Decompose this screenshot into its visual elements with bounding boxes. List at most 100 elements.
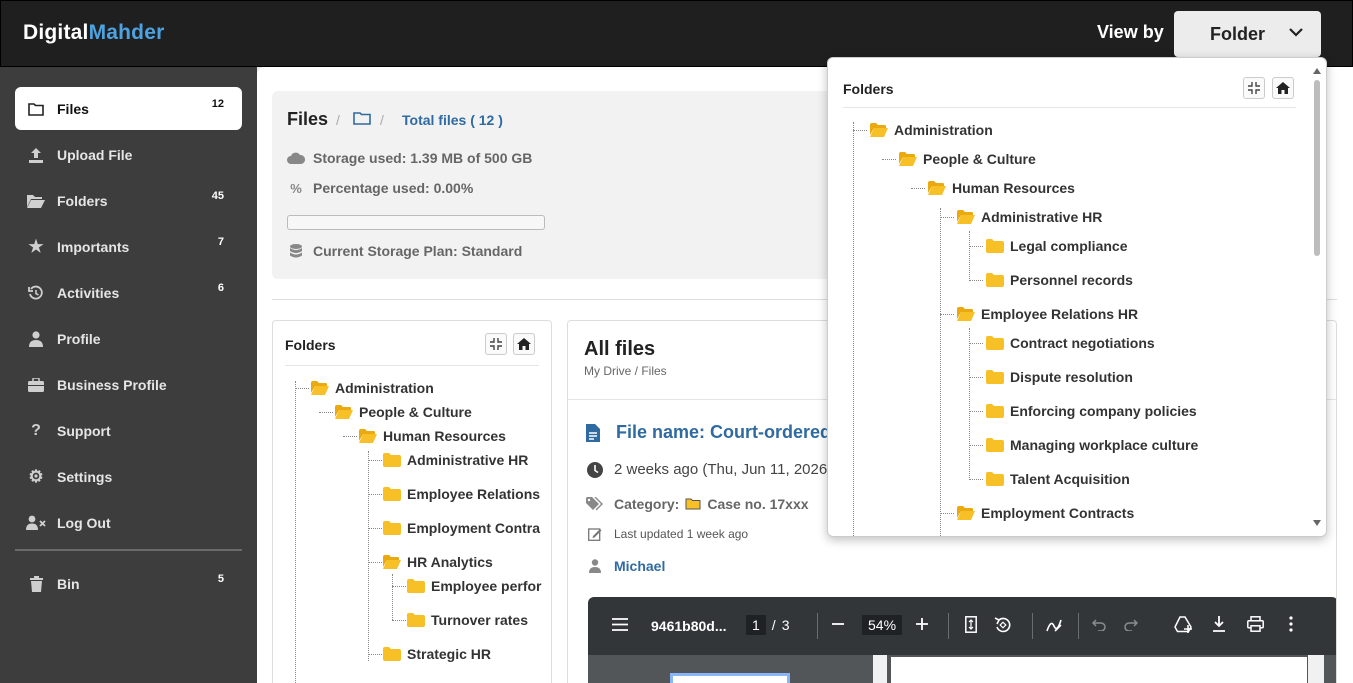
tree-connector bbox=[319, 412, 333, 413]
pdf-scrollbar[interactable] bbox=[873, 655, 887, 683]
tree-folder-enforcing-company-policies[interactable]: Enforcing company policies bbox=[986, 403, 1197, 419]
sidebar-item-label: Settings bbox=[57, 468, 113, 485]
pdf-main-scrollbar[interactable] bbox=[1308, 655, 1324, 683]
sidebar-item-business-profile[interactable]: Business Profile bbox=[15, 363, 242, 406]
tree-folder-people-culture[interactable]: People & Culture bbox=[335, 404, 472, 420]
tree-folder-talent-acquisition[interactable]: Talent Acquisition bbox=[986, 471, 1130, 487]
page-indicator: 1 / 3 bbox=[746, 615, 789, 635]
scroll-down-icon[interactable] bbox=[1313, 520, 1321, 526]
menu-button[interactable] bbox=[612, 618, 628, 631]
sidebar-item-files[interactable]: Files 12 bbox=[15, 87, 242, 130]
pdf-thumbnail[interactable] bbox=[670, 673, 790, 683]
page-input[interactable]: 1 bbox=[746, 615, 766, 635]
storage-used-row: Storage used: 1.39 MB of 500 GB bbox=[287, 150, 532, 166]
folder-open-icon bbox=[335, 405, 353, 419]
sidebar-item-profile[interactable]: Profile bbox=[15, 317, 242, 360]
brand-part1: Digital bbox=[23, 21, 89, 44]
rotate-button[interactable] bbox=[994, 616, 1012, 634]
tree-connector bbox=[940, 217, 954, 218]
download-button[interactable] bbox=[1212, 616, 1226, 632]
home-button[interactable] bbox=[1272, 77, 1294, 99]
sidebar-item-importants[interactable]: ★ Importants 7 bbox=[15, 225, 242, 268]
tree-connector bbox=[368, 654, 382, 655]
sidebar-item-label: Upload File bbox=[57, 146, 133, 163]
tree-folder-employee-performance[interactable]: Employee perfor bbox=[407, 578, 541, 594]
more-options-button[interactable] bbox=[1289, 616, 1293, 632]
drive-button[interactable] bbox=[1174, 616, 1194, 633]
total-files-link[interactable]: Total files ( 12 ) bbox=[402, 112, 503, 128]
sidebar-item-bin[interactable]: Bin 5 bbox=[15, 562, 242, 605]
sidebar-item-label: Folders bbox=[57, 192, 108, 209]
tree-folder-administration[interactable]: Administration bbox=[870, 122, 993, 138]
tree-folder-label: People & Culture bbox=[923, 151, 1036, 167]
zoom-level[interactable]: 54% bbox=[862, 615, 903, 635]
tree-folder-employment-contracts[interactable]: Employment Contra bbox=[383, 520, 540, 536]
drive-add-icon bbox=[1174, 616, 1192, 633]
tree-folder-legal-compliance[interactable]: Legal compliance bbox=[986, 238, 1127, 254]
tree-folder-human-resources[interactable]: Human Resources bbox=[359, 428, 506, 444]
tree-folder-employee-relations-hr[interactable]: Employee Relations HR bbox=[957, 306, 1138, 322]
clock-icon bbox=[586, 461, 604, 478]
zoom-out-button[interactable] bbox=[832, 623, 844, 625]
fit-page-button[interactable] bbox=[965, 616, 977, 633]
folder-view-dropdown: Folders Administration People & Culture … bbox=[827, 57, 1327, 537]
page-separator: / bbox=[771, 617, 776, 633]
tree-connector bbox=[940, 208, 941, 536]
file-name-link[interactable]: File name: Court-ordered bbox=[586, 422, 831, 443]
redo-button[interactable] bbox=[1124, 619, 1138, 631]
tree-folder-administrative-hr[interactable]: Administrative HR bbox=[383, 452, 528, 468]
sidebar-item-activities[interactable]: Activities 6 bbox=[15, 271, 242, 314]
folder-icon bbox=[986, 273, 1004, 287]
tree-folder-administration[interactable]: Administration bbox=[311, 380, 434, 396]
folder-open-icon bbox=[359, 429, 377, 443]
tree-folder-employment-contracts[interactable]: Employment Contracts bbox=[957, 505, 1134, 521]
folder-open-icon bbox=[928, 181, 946, 195]
dropdown-scroll-thumb[interactable] bbox=[1314, 80, 1320, 256]
tree-folder-personnel-records[interactable]: Personnel records bbox=[986, 272, 1133, 288]
tree-folder-human-resources[interactable]: Human Resources bbox=[928, 180, 1075, 196]
undo-button[interactable] bbox=[1092, 619, 1106, 631]
tree-folder-label: Legal compliance bbox=[1010, 238, 1128, 254]
toolbar-divider bbox=[1078, 613, 1079, 639]
sidebar-item-settings[interactable]: ⚙ Settings bbox=[15, 455, 242, 498]
sidebar-item-folders[interactable]: Folders 45 bbox=[15, 179, 242, 222]
scroll-up-icon[interactable] bbox=[1313, 68, 1321, 74]
category-value[interactable]: Case no. 17xxx bbox=[707, 496, 808, 512]
sidebar-item-label: Importants bbox=[57, 238, 130, 255]
edit-icon bbox=[586, 527, 604, 541]
tree-folder-administrative-hr[interactable]: Administrative HR bbox=[957, 209, 1102, 225]
collapse-button[interactable] bbox=[1243, 77, 1265, 99]
sidebar-item-support[interactable]: ? Support bbox=[15, 409, 242, 452]
collapse-button[interactable] bbox=[485, 333, 507, 355]
tree-folder-contract-negotiations[interactable]: Contract negotiations bbox=[986, 335, 1155, 351]
sidebar-item-log-out[interactable]: Log Out bbox=[15, 501, 242, 544]
print-button[interactable] bbox=[1247, 616, 1264, 632]
tree-folder-label: Administration bbox=[894, 122, 993, 138]
tree-connector bbox=[853, 130, 867, 131]
tree-connector bbox=[853, 122, 854, 536]
brand-logo[interactable]: DigitalMahder bbox=[23, 21, 164, 45]
tree-connector bbox=[969, 246, 983, 247]
tree-folder-strategic-hr[interactable]: Strategic HR bbox=[383, 646, 491, 662]
tree-folder-people-culture[interactable]: People & Culture bbox=[899, 151, 1036, 167]
sidebar-item-upload-file[interactable]: Upload File bbox=[15, 133, 242, 176]
tree-connector bbox=[343, 436, 357, 437]
view-by-select[interactable]: Folder bbox=[1174, 11, 1321, 57]
tree-connector bbox=[882, 159, 896, 160]
annotate-button[interactable] bbox=[1045, 617, 1063, 633]
pdf-viewer-body[interactable] bbox=[588, 655, 1336, 683]
tree-folder-managing-workplace-culture[interactable]: Managing workplace culture bbox=[986, 437, 1198, 453]
tree-folder-label: HR Analytics bbox=[407, 554, 493, 570]
home-button[interactable] bbox=[513, 333, 535, 355]
tree-folder-hr-analytics[interactable]: HR Analytics bbox=[383, 554, 493, 570]
tree-connector bbox=[392, 586, 406, 587]
zoom-in-button[interactable] bbox=[916, 618, 928, 630]
file-owner-link[interactable]: Michael bbox=[614, 558, 665, 574]
folder-icon bbox=[383, 487, 401, 501]
print-icon bbox=[1247, 616, 1264, 632]
tree-folder-dispute-resolution[interactable]: Dispute resolution bbox=[986, 369, 1133, 385]
folder-outline-icon[interactable] bbox=[353, 111, 371, 125]
tree-folder-turnover-rates[interactable]: Turnover rates bbox=[407, 612, 528, 628]
minus-icon bbox=[832, 623, 844, 625]
tree-folder-employee-relations[interactable]: Employee Relations bbox=[383, 486, 540, 502]
